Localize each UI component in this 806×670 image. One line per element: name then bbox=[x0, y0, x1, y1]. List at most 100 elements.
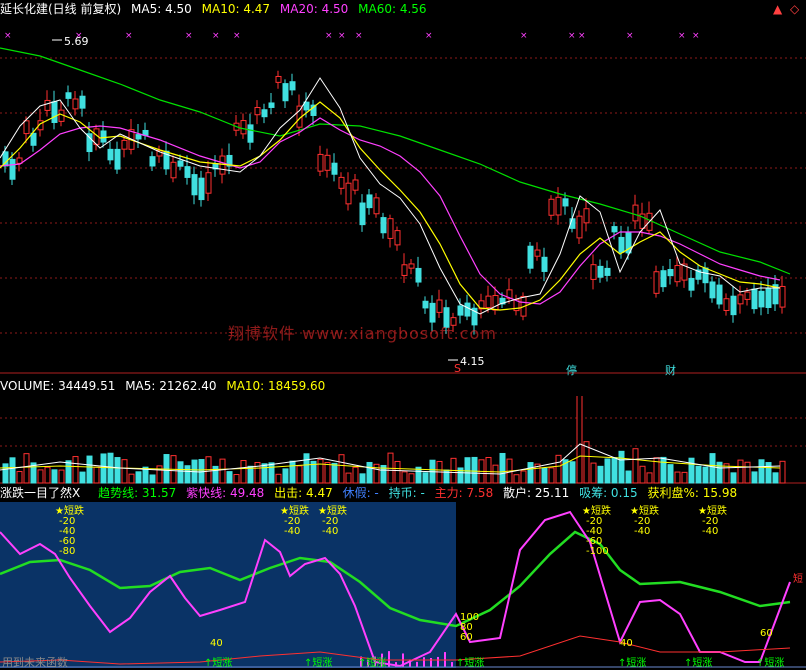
volume-bar bbox=[177, 461, 184, 484]
candle bbox=[415, 267, 422, 283]
candle bbox=[345, 182, 352, 205]
candle bbox=[618, 236, 625, 253]
volume-bar bbox=[93, 466, 100, 484]
candle bbox=[597, 265, 604, 278]
indicator-chart[interactable]: ★短跌-20-40★短跌-20-40★短跌-20-40★短跌-20-40★短跌-… bbox=[0, 502, 806, 668]
volume-bar bbox=[499, 452, 506, 484]
candle bbox=[247, 124, 254, 143]
volume-bar bbox=[758, 459, 765, 484]
candle bbox=[632, 204, 639, 222]
candle bbox=[240, 120, 247, 135]
high-price-label: 5.69 bbox=[64, 35, 89, 48]
candle bbox=[583, 208, 590, 224]
candle bbox=[744, 291, 751, 300]
candle bbox=[611, 226, 618, 233]
candle bbox=[184, 166, 191, 178]
marker-finance: 财 bbox=[665, 364, 676, 377]
volume-bar bbox=[408, 473, 415, 484]
volume-bar bbox=[58, 469, 65, 484]
candle bbox=[191, 174, 198, 196]
volume-bar bbox=[16, 471, 23, 484]
candle bbox=[576, 215, 583, 239]
volume-bar bbox=[730, 472, 737, 484]
candle bbox=[72, 98, 79, 110]
candle bbox=[485, 295, 492, 309]
candle bbox=[457, 305, 464, 316]
volume-bar bbox=[331, 462, 338, 484]
candle bbox=[387, 218, 394, 239]
right-edge-tag: 短 bbox=[793, 572, 803, 585]
ma5-label: MA5: 4.50 bbox=[131, 2, 192, 16]
rise-level: 40 bbox=[620, 638, 633, 649]
candle bbox=[254, 107, 261, 116]
candle bbox=[702, 267, 709, 284]
fall-level: -40 bbox=[702, 526, 718, 537]
svg-text:×: × bbox=[425, 31, 433, 41]
short-rise-tag: ↑短涨 bbox=[618, 656, 646, 668]
candle bbox=[219, 155, 226, 175]
candle bbox=[751, 288, 758, 310]
volume-bar bbox=[702, 466, 709, 484]
volume-bar bbox=[219, 458, 226, 484]
volume-header: VOLUME: 34449.51 MA5: 21262.40 MA10: 184… bbox=[0, 378, 331, 394]
indicator-bar bbox=[423, 657, 425, 667]
svg-text:×: × bbox=[568, 31, 576, 41]
volume-bar bbox=[422, 472, 429, 484]
volume-bar bbox=[128, 473, 135, 484]
arrow-up-icon[interactable]: ▲ bbox=[773, 2, 782, 16]
volume-bar bbox=[282, 468, 289, 484]
candle bbox=[366, 194, 373, 209]
stock-title: 延长化建(日线 前复权) bbox=[0, 2, 122, 16]
profit-value: 获利盘%: 15.98 bbox=[647, 486, 738, 500]
svg-text:×: × bbox=[185, 31, 193, 41]
candle bbox=[352, 179, 359, 191]
volume-bar bbox=[513, 474, 520, 484]
volume-bar bbox=[2, 463, 9, 484]
volume-bar bbox=[100, 453, 107, 484]
diamond-icon[interactable]: ◇ bbox=[790, 2, 799, 16]
candle bbox=[51, 101, 58, 123]
volume-bar bbox=[345, 472, 352, 484]
candle bbox=[289, 81, 296, 91]
volume-bar bbox=[289, 460, 296, 484]
candle bbox=[170, 161, 177, 179]
candle bbox=[9, 158, 16, 180]
volume-bar bbox=[261, 463, 268, 484]
volume-bar bbox=[674, 471, 681, 484]
purple-fast-value: 紫快线: 49.48 bbox=[186, 486, 265, 500]
rise-level: 60 bbox=[460, 632, 473, 643]
volume-bar bbox=[485, 456, 492, 484]
svg-text:×: × bbox=[355, 31, 363, 41]
volume-bar bbox=[303, 453, 310, 484]
short-rise-tag: ↑短涨 bbox=[756, 656, 784, 668]
svg-text:×: × bbox=[212, 31, 220, 41]
low-price-label: 4.15 bbox=[460, 355, 485, 368]
volume-bar bbox=[114, 457, 121, 484]
svg-text:×: × bbox=[692, 31, 700, 41]
candle bbox=[121, 139, 128, 150]
candle bbox=[198, 177, 205, 201]
svg-text:×: × bbox=[125, 31, 133, 41]
volume-bar bbox=[401, 471, 408, 484]
volume-bar bbox=[373, 463, 380, 484]
volume-bar bbox=[366, 461, 373, 484]
candle bbox=[709, 281, 716, 299]
volume-bar bbox=[72, 456, 79, 484]
short-rise-tag: ↑短涨 bbox=[358, 656, 386, 668]
indicator-bar bbox=[430, 657, 432, 667]
volume-bar bbox=[646, 472, 653, 484]
svg-text:×: × bbox=[678, 31, 686, 41]
volume-bar bbox=[611, 457, 618, 484]
volume-bar bbox=[44, 466, 51, 484]
candle bbox=[23, 120, 30, 135]
candle bbox=[275, 75, 282, 83]
volume-bar bbox=[632, 448, 639, 484]
candle bbox=[653, 271, 660, 294]
volume-bar bbox=[618, 450, 625, 484]
candle bbox=[436, 299, 443, 313]
rise-level: 60 bbox=[760, 628, 773, 639]
volume-bar bbox=[548, 467, 555, 484]
volume-bar bbox=[352, 466, 359, 484]
volume-chart[interactable] bbox=[0, 396, 806, 484]
candle bbox=[527, 245, 534, 269]
